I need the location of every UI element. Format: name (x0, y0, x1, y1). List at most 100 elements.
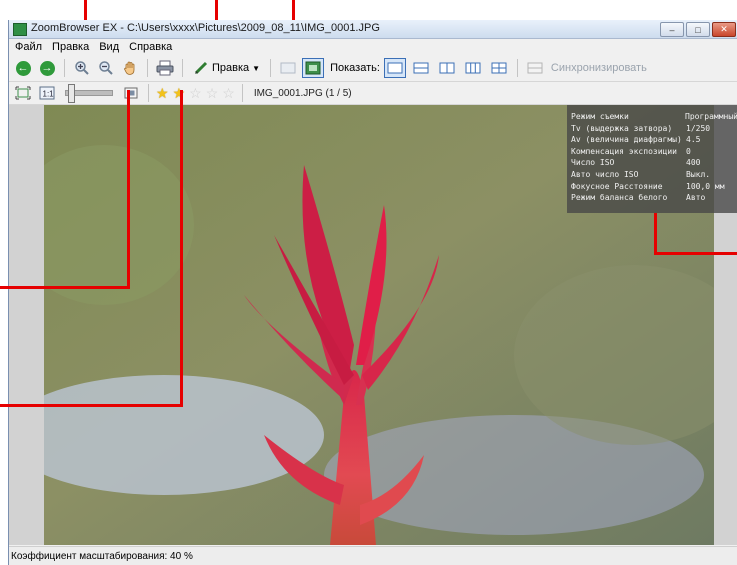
sync-icon-button (525, 58, 545, 78)
toolbar-separator (147, 59, 148, 77)
grid-four-icon (491, 62, 507, 74)
rating-star-5[interactable]: ☆ (222, 86, 235, 100)
callout-line (0, 286, 130, 289)
layout-grid-button[interactable] (488, 58, 510, 78)
exif-value: Выкл. (686, 169, 711, 179)
zoom-status-text: Коэффициент масштабирования: 40 % (11, 550, 193, 562)
vertical-split-icon (439, 62, 455, 74)
zoom-in-icon (75, 61, 89, 75)
svg-text:1:1: 1:1 (43, 90, 55, 99)
callout-line (0, 404, 183, 407)
thumbnail-icon (280, 62, 296, 74)
exif-value: 0 (686, 146, 691, 156)
menu-help[interactable]: Справка (129, 41, 172, 53)
chevron-down-icon: ▼ (252, 63, 261, 73)
menu-file[interactable]: Файл (15, 41, 42, 53)
edit-button-label: Правка (212, 62, 250, 74)
exif-row: Tv (выдержка затвора) 1/250 (571, 123, 737, 135)
application-window: ZoomBrowser EX - C:\Users\xxxx\Pictures\… (8, 20, 737, 565)
layout-vertical-split-button[interactable] (436, 58, 458, 78)
show-label: Показать: (330, 62, 380, 74)
secondary-toolbar: 1:1 ★ ★ ☆ ☆ ☆ IMG_0001.JPG (1 / 5) (9, 82, 737, 105)
exif-row: Число ISO 400 (571, 157, 737, 169)
exif-value: Программный (685, 112, 737, 121)
image-viewer-icon (305, 61, 321, 75)
rating-star-4[interactable]: ☆ (206, 86, 219, 100)
thumbnail-view-button[interactable] (278, 58, 298, 78)
zoom-in-button[interactable] (72, 58, 92, 78)
zoom-out-button[interactable] (96, 58, 116, 78)
toolbar-separator (182, 59, 183, 77)
exif-info-overlay: Режим съемки Программный Tv (выдержка зат… (567, 105, 737, 213)
callout-line (654, 213, 657, 255)
toolbar-separator (516, 59, 518, 77)
rating-star-1[interactable]: ★ (156, 86, 169, 100)
exif-value: 1/250 (686, 123, 711, 133)
callout-line (654, 252, 737, 255)
zoom-preset-button[interactable] (121, 83, 141, 103)
exif-key: Авто число ISO (571, 169, 639, 179)
exif-row: Компенсация экспозиции 0 (571, 146, 737, 158)
zoom-out-icon (99, 61, 113, 75)
zoom-slider[interactable] (65, 84, 113, 103)
layout-single-button[interactable] (383, 58, 406, 78)
rating-star-3[interactable]: ☆ (189, 86, 202, 100)
exif-value: 400 (686, 158, 701, 168)
minimize-button[interactable]: – (660, 22, 684, 37)
pan-hand-button[interactable] (120, 58, 140, 78)
arrow-right-icon: → (39, 60, 55, 76)
exif-key: Режим съемки (571, 112, 629, 121)
toolbar-separator (270, 59, 272, 77)
actual-size-icon: 1:1 (39, 86, 55, 100)
forward-button[interactable]: → (37, 58, 57, 78)
synchronize-button[interactable]: Синхронизировать (551, 62, 647, 74)
image-viewer[interactable]: Режим съемки Программный Tv (выдержка зат… (9, 105, 737, 545)
exif-key: Компенсация экспозиции (571, 146, 677, 156)
maximize-button[interactable]: □ (686, 22, 710, 37)
exif-value: 4.5 (686, 135, 701, 145)
main-toolbar: ← → Правка ▼ Показать: Синхронизировать (9, 55, 737, 82)
layout-horizontal-split-button[interactable] (410, 58, 432, 78)
title-bar: ZoomBrowser EX - C:\Users\xxxx\Pictures\… (9, 20, 737, 39)
pen-icon (194, 61, 208, 75)
exif-row: Режим баланса белого Авто (571, 192, 737, 204)
toolbar-separator (241, 84, 243, 102)
rating-star-2[interactable]: ★ (173, 86, 186, 100)
exif-key: Av (величина диафрагмы) (571, 135, 682, 145)
close-button[interactable]: ✕ (712, 22, 736, 37)
arrow-left-icon: ← (15, 60, 31, 76)
file-name-label: IMG_0001.JPG (1 / 5) (253, 87, 352, 99)
exif-key: Режим баланса белого (571, 193, 668, 203)
fit-window-icon (15, 86, 31, 100)
exif-key: Tv (выдержка затвора) (571, 123, 673, 133)
single-pane-icon (387, 62, 403, 74)
menu-bar: Файл Правка Вид Справка (9, 39, 737, 54)
printer-icon (156, 60, 174, 76)
actual-size-button[interactable]: 1:1 (37, 83, 57, 103)
sync-icon (527, 62, 543, 74)
callout-line (180, 90, 183, 407)
status-bar: Коэффициент масштабирования: 40 % (9, 546, 737, 565)
toolbar-separator (148, 84, 149, 102)
horizontal-split-icon (413, 62, 429, 74)
toolbar-separator (64, 59, 65, 77)
exif-key: Число ISO (571, 158, 615, 168)
layout-three-columns-button[interactable] (462, 58, 484, 78)
edit-menu-button[interactable]: Правка ▼ (190, 58, 263, 78)
exif-row: Av (величина диафрагмы) 4.5 (571, 134, 737, 146)
window-title: ZoomBrowser EX - C:\Users\xxxx\Pictures\… (31, 22, 380, 34)
fit-to-window-button[interactable] (13, 83, 33, 103)
zoom-slider-thumb[interactable] (68, 84, 75, 103)
viewer-mode-button[interactable] (302, 58, 325, 78)
menu-edit[interactable]: Правка (52, 41, 89, 53)
exif-row: Фокусное Расстояние 100,0 мм (571, 181, 737, 193)
hand-icon (124, 61, 135, 75)
menu-view[interactable]: Вид (99, 41, 119, 53)
exif-row: Режим съемки Программный (571, 111, 737, 123)
back-button[interactable]: ← (13, 58, 33, 78)
exif-row: Авто число ISO Выкл. (571, 169, 737, 181)
print-button[interactable] (155, 58, 175, 78)
exif-value: 100,0 мм (686, 181, 725, 191)
exif-key: Фокусное Расстояние (571, 181, 663, 191)
callout-line (127, 90, 130, 289)
